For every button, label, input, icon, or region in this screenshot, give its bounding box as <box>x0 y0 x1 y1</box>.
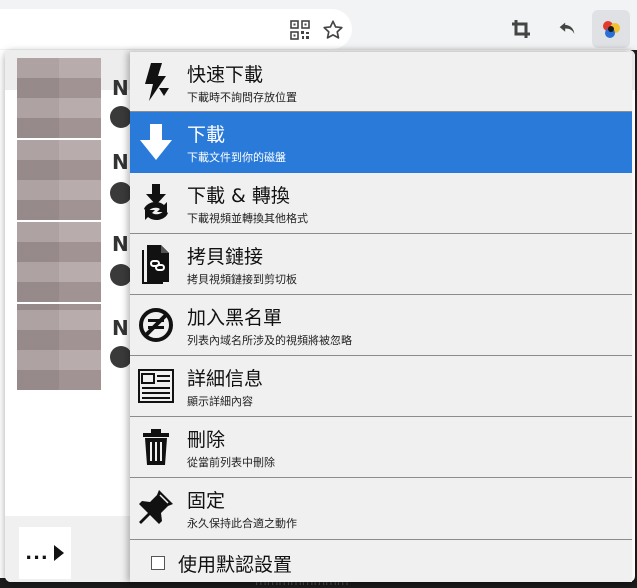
download-circle-icon[interactable] <box>110 264 132 286</box>
list-item-caption: N <box>112 316 129 340</box>
use-default-checkbox[interactable] <box>151 556 165 570</box>
download-circle-icon[interactable] <box>110 182 132 204</box>
download-convert-icon <box>136 183 176 223</box>
menu-item-delete[interactable]: 刪除 從當前列表中刪除 <box>130 417 632 478</box>
menu-item-title: 快速下載 <box>187 64 264 86</box>
menu-item-subtitle: 下載文件到你的磁盤 <box>187 151 286 164</box>
extension-icon[interactable] <box>592 10 630 48</box>
crop-icon[interactable] <box>508 16 534 42</box>
fast-download-icon <box>136 62 176 102</box>
download-circle-icon[interactable] <box>110 106 132 128</box>
menu-item-copy-link[interactable]: 拷貝鏈接 拷貝視頻鏈接到剪切板 <box>130 234 632 295</box>
menu-item-subtitle: 列表內域名所涉及的視頻將被忽略 <box>187 334 352 347</box>
download-circle-icon[interactable] <box>110 346 132 368</box>
play-triangle-icon <box>53 545 64 561</box>
menu-item-download[interactable]: 下載 下載文件到你的磁盤 <box>130 112 632 173</box>
context-menu: 快速下載 下載時不詢問存放位置 下載 下載文件到你的磁盤 下載 & 轉換 下載視… <box>130 52 632 582</box>
menu-item-pin[interactable]: 固定 永久保持此合適之動作 <box>130 478 632 540</box>
download-icon <box>136 122 176 162</box>
star-icon[interactable] <box>320 17 346 43</box>
list-item[interactable]: N <box>5 222 135 302</box>
menu-item-subtitle: 下載視頻並轉換其他格式 <box>187 212 308 225</box>
details-icon <box>136 366 176 406</box>
more-label: ... <box>25 542 49 564</box>
list-item-caption: N <box>112 150 129 174</box>
thumbnail-image <box>17 58 101 138</box>
menu-item-fast-download[interactable]: 快速下載 下載時不詢問存放位置 <box>130 52 632 112</box>
menu-item-title: 下載 <box>187 124 226 146</box>
menu-item-title: 拷貝鏈接 <box>187 246 264 268</box>
list-item[interactable]: N <box>5 58 135 138</box>
more-actions-button[interactable]: ... <box>19 527 71 579</box>
menu-item-title: 下載 & 轉換 <box>187 185 290 207</box>
list-item-caption: N <box>112 232 129 256</box>
menu-item-title: 固定 <box>187 490 226 512</box>
menu-item-title: 加入黑名單 <box>187 307 283 329</box>
menu-item-subtitle: 顯示詳細內容 <box>187 395 253 408</box>
browser-toolbar <box>0 0 637 50</box>
blacklist-icon <box>136 305 176 345</box>
menu-item-subtitle: 下載時不詢問存放位置 <box>187 91 297 104</box>
thumbnail-image <box>17 140 101 220</box>
menu-item-title: 刪除 <box>187 429 226 451</box>
list-item[interactable]: N <box>5 304 135 390</box>
menu-item-blacklist[interactable]: 加入黑名單 列表內域名所涉及的視頻將被忽略 <box>130 295 632 356</box>
use-default-label: 使用默認設置 <box>178 554 293 576</box>
address-bar[interactable] <box>0 9 352 49</box>
thumbnail-image <box>17 304 101 390</box>
use-default-settings-option[interactable]: 使用默認設置 <box>130 540 632 582</box>
undo-icon[interactable] <box>554 16 580 42</box>
menu-item-subtitle: 永久保持此合適之動作 <box>187 517 297 530</box>
trash-icon <box>136 427 176 467</box>
menu-item-subtitle: 從當前列表中刪除 <box>187 456 275 469</box>
qr-code-icon[interactable] <box>287 17 313 43</box>
menu-item-details[interactable]: 詳細信息 顯示詳細內容 <box>130 356 632 417</box>
menu-item-download-convert[interactable]: 下載 & 轉換 下載視頻並轉換其他格式 <box>130 173 632 234</box>
menu-item-subtitle: 拷貝視頻鏈接到剪切板 <box>187 273 297 286</box>
pin-icon <box>136 488 176 528</box>
list-item-caption: N <box>112 76 129 100</box>
thumbnail-image <box>17 222 101 302</box>
copy-link-icon <box>136 244 176 284</box>
list-item[interactable]: N <box>5 140 135 220</box>
menu-item-title: 詳細信息 <box>187 368 264 390</box>
